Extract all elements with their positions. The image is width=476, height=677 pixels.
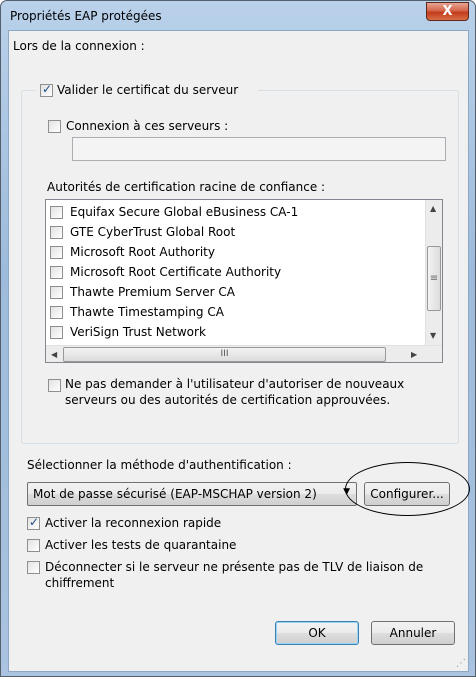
fast-reconnect-label: Activer la reconnexion rapide — [45, 516, 222, 530]
fast-reconnect-checkbox[interactable]: ✓ — [27, 515, 40, 530]
auth-method-select[interactable]: Mot de passe sécurisé (EAP-MSCHAP versio… — [27, 482, 357, 506]
close-button[interactable]: X — [426, 2, 469, 21]
cancel-button-label: Annuler — [389, 626, 437, 640]
quarantine-checkbox[interactable] — [27, 539, 40, 552]
thumb-grip-icon: ≡ — [429, 273, 439, 284]
disconnect-tlv-checkbox[interactable] — [27, 561, 40, 574]
no-prompt-checkbox[interactable] — [48, 379, 61, 392]
ok-button[interactable]: OK — [275, 621, 359, 645]
root-ca-list[interactable]: Equifax Secure Global eBusiness CA-1 GTE… — [45, 199, 443, 363]
root-ca-checkbox[interactable] — [50, 246, 63, 259]
dialog-window: Propriétés EAP protégées X Lors de la co… — [0, 0, 476, 677]
no-prompt-label-line2: serveurs ou des autorités de certificati… — [65, 393, 391, 407]
connection-heading: Lors de la connexion : — [13, 39, 145, 53]
root-ca-label-text: Thawte Premium Server CA — [70, 285, 235, 299]
disconnect-tlv-label-line2: chiffrement — [45, 576, 115, 590]
dialog-client-area: Lors de la connexion : ✓ Valider le cert… — [8, 30, 470, 672]
disconnect-tlv-label-line1: Déconnecter si le serveur ne présente pa… — [45, 560, 424, 574]
thumb-grip-icon: III — [220, 349, 229, 359]
horizontal-scroll-thumb[interactable]: III — [63, 347, 386, 362]
root-ca-label-text: VeriSign Trust Network — [70, 325, 206, 339]
window-title: Propriétés EAP protégées — [10, 9, 162, 23]
validate-cert-checkbox[interactable]: ✓ — [40, 82, 53, 97]
scroll-up-icon[interactable]: ▲ — [430, 204, 436, 213]
highlight-ellipse — [345, 462, 470, 516]
ok-button-label: OK — [308, 626, 326, 640]
no-prompt-label-line1: Ne pas demander à l'utilisateur d'autori… — [65, 377, 405, 391]
servers-input[interactable] — [72, 137, 446, 161]
auth-method-value: Mot de passe sécurisé (EAP-MSCHAP versio… — [33, 487, 317, 501]
root-ca-checkbox[interactable] — [50, 326, 63, 339]
root-ca-checkbox[interactable] — [50, 206, 63, 219]
root-ca-checkbox[interactable] — [50, 306, 63, 319]
root-ca-label-text: Thawte Timestamping CA — [70, 305, 224, 319]
resize-grip-icon[interactable]: ⋰ — [456, 658, 466, 669]
scroll-right-icon[interactable]: ▶ — [411, 350, 417, 359]
auth-method-heading: Sélectionner la méthode d'authentificati… — [27, 458, 292, 472]
root-ca-label-text: GTE CyberTrust Global Root — [70, 225, 236, 239]
quarantine-label: Activer les tests de quarantaine — [45, 538, 237, 552]
cancel-button[interactable]: Annuler — [371, 621, 455, 645]
root-ca-checkbox[interactable] — [50, 266, 63, 279]
scroll-left-icon[interactable]: ◀ — [51, 350, 57, 359]
connect-servers-checkbox[interactable] — [48, 120, 61, 133]
title-bar[interactable]: Propriétés EAP protégées X — [1, 1, 475, 31]
root-ca-checkbox[interactable] — [50, 286, 63, 299]
close-icon: X — [442, 4, 453, 19]
root-ca-label-text: Microsoft Root Authority — [70, 245, 215, 259]
check-icon: ✓ — [29, 515, 40, 529]
vertical-scrollbar[interactable]: ▲ ≡ ▼ — [425, 200, 442, 345]
connect-servers-label: Connexion à ces serveurs : — [66, 119, 229, 133]
root-ca-checkbox[interactable] — [50, 226, 63, 239]
validate-cert-label: Valider le certificat du serveur — [57, 83, 239, 97]
root-ca-label-text: Microsoft Root Certificate Authority — [70, 265, 282, 279]
root-ca-label: Autorités de certification racine de con… — [47, 180, 326, 194]
horizontal-scrollbar[interactable]: ◀ III ▶ — [46, 345, 442, 362]
check-icon: ✓ — [42, 82, 53, 96]
scroll-down-icon[interactable]: ▼ — [430, 331, 436, 340]
validate-cert-row: ✓ Valider le certificat du serveur — [36, 82, 258, 100]
vertical-scroll-thumb[interactable]: ≡ — [427, 246, 441, 311]
root-ca-label-text: Equifax Secure Global eBusiness CA-1 — [70, 205, 299, 219]
